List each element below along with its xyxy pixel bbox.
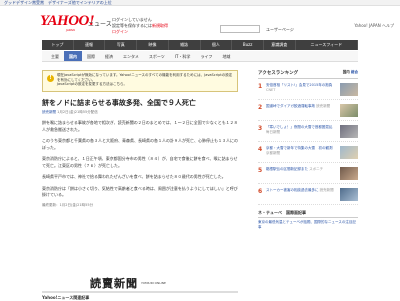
article-paragraph: 東京消防庁によると、１日正午頃、東京都国分寺市の男性（８４）が、自宅で食後に餅を… (42, 156, 238, 168)
ranking-item[interactable]: 2 国道峠でダイアガ飲酒運転事故 読売新聞 (258, 104, 358, 121)
header-right-links[interactable]: Yahoo! JAPAN ヘルプ (354, 23, 394, 29)
warning-icon: ! (47, 75, 54, 82)
tab-domestic[interactable]: 国内 (64, 51, 82, 61)
ranking-item[interactable]: 3 「寒いでしょ！」夜間の大雪で首都圏混乱 毎日新聞 (258, 125, 358, 142)
tab-economy[interactable]: 経済 (100, 51, 118, 61)
ranking-item[interactable]: 4 京都・大雪で新年で特集の大雪 初の観測 京都新聞 (258, 146, 358, 163)
article-source[interactable]: 読売新聞 (42, 110, 56, 114)
search-input[interactable] (220, 25, 260, 33)
tab-it-science[interactable]: IT・科学 (170, 51, 196, 61)
last-updated: 最終更新：1月2日(金)21時55分 (42, 202, 94, 207)
tab-international[interactable]: 国際 (82, 51, 100, 61)
nav-item[interactable]: トップ (42, 40, 74, 50)
category-nav: 主要 国内 国際 経済 エンタメ スポーツ IT・科学 ライフ 地域 (42, 51, 358, 62)
article-time: 1月2日(金)21時55分配信 (57, 110, 98, 114)
service-name: ニュース (88, 21, 112, 28)
tab-entertainment[interactable]: エンタメ (118, 51, 144, 61)
nav-item[interactable]: 雑誌 (169, 40, 201, 50)
tab-sports[interactable]: スポーツ (144, 51, 170, 61)
thumbnail-image (340, 104, 358, 117)
nav-item[interactable]: 個人 (201, 40, 233, 50)
nav-item[interactable]: 速報 (74, 40, 106, 50)
article-meta: 読売新聞 1月2日(金)21時55分配信 (42, 110, 238, 115)
nav-item[interactable]: 写真 (105, 40, 138, 50)
nav-item[interactable]: Buzz (232, 40, 264, 50)
article-paragraph: 長崎県平戸市では、神社で拾る舞われたぜんざいを食べ、餅を詰まらせた８０歳代の男性… (42, 174, 226, 179)
javascript-notice: ! 現在JavaScriptが無効になっています。Yahoo!ニュースのすべての… (42, 70, 238, 92)
yahoo-logo[interactable]: YAHOO! JAPAN (40, 14, 95, 34)
ranking-item[interactable]: 1 安倍首相「リスト!」会見で2015年の抱負 CNET (258, 83, 358, 100)
thumbnail-image (340, 125, 358, 138)
sidebar-subheading: ネ・テューベ 国際面記事 (258, 210, 358, 218)
sidebar-ranking: アクセスランキング 国内 総合 1 安倍首相「リスト!」会見で2015年の抱負 … (258, 70, 358, 229)
thumbnail-image (340, 146, 358, 159)
tab-main[interactable]: 主要 (46, 51, 64, 61)
article-main: ! 現在JavaScriptが無効になっています。Yahoo!ニュースのすべての… (42, 70, 238, 208)
site-header: YAHOO! JAPAN ニュース ログインしていません 設定等を保存するには新… (0, 6, 400, 40)
ranking-tab[interactable]: 総合 (351, 70, 358, 74)
topbar-link[interactable]: グッドデザイン賞受賞 (4, 0, 44, 5)
sidebar-subtext[interactable]: 東京の最低気温とテューベが話題、国際的なニュースの注目記事 (258, 220, 358, 229)
primary-nav: トップ 速報 写真 映像 雑誌 個人 Buzz 意識調査 ニュースフィード (42, 40, 359, 50)
signup-link[interactable]: 新規取得 (152, 23, 168, 28)
article-paragraph: このうち東京都と千葉県の各３人と大阪府、青森県、長崎県の各１人の計９人が死亡、心… (42, 138, 238, 150)
article-paragraph: 餅を喉に詰まらせる事故が各地で相次ぎ、読売新聞の２日のまとめでは、１～２日に全国… (42, 120, 238, 132)
thumbnail-image (340, 83, 358, 96)
user-page-link[interactable]: ユーザーページ (266, 27, 294, 33)
topbar-link[interactable]: デザイナーズ他でインテリアの上位 (48, 0, 112, 5)
login-link[interactable]: ログイン (112, 29, 128, 34)
ranking-header: アクセスランキング 国内 総合 (258, 70, 358, 79)
yomiuri-logo[interactable]: 読賣新聞 YOMIURI ONLINE (90, 276, 170, 290)
nav-item[interactable]: ニュースフィード (296, 40, 359, 50)
tab-life[interactable]: ライフ (195, 51, 217, 61)
ranking-item[interactable]: 6 ストーカー被害の相談過去最多に 読売新聞 (258, 188, 358, 205)
ranking-item[interactable]: 5 箱根駅伝の区間新記録また スポニチ (258, 167, 358, 184)
thumbnail-image (340, 167, 358, 180)
article-title: 餅をノドに詰まらせる事故多発、全国で９人死亡 (42, 99, 196, 107)
nav-item[interactable]: 映像 (137, 40, 169, 50)
thumbnail-image (340, 188, 358, 201)
ranking-tab[interactable]: 国内 (343, 70, 350, 74)
nav-item[interactable]: 意識調査 (264, 40, 296, 50)
article-paragraph: 東京消防庁は「餅は小さく切り、気結性で高齢者と食べる時は、周囲が注意を払うように… (42, 185, 238, 198)
login-message: ログインしていません 設定等を保存するには新規取得 ログイン (112, 17, 168, 34)
tab-region[interactable]: 地域 (217, 51, 235, 61)
